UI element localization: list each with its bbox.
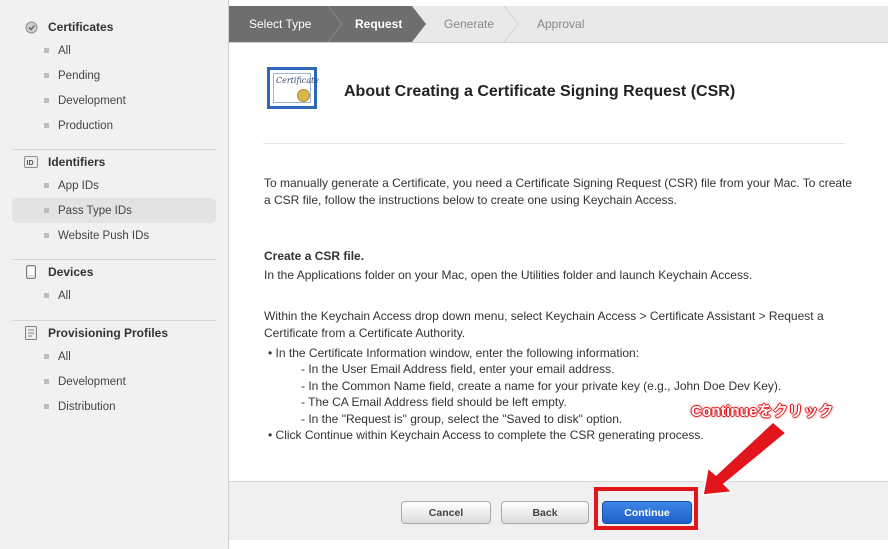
sidebar-item-pass-type-ids[interactable]: Pass Type IDs: [12, 198, 216, 223]
step-2-text: Within the Keychain Access drop down men…: [264, 309, 824, 340]
sidebar-header-certificates[interactable]: Certificates: [12, 16, 216, 38]
sidebar-header-label: Identifiers: [48, 155, 106, 169]
step-generate: Generate: [444, 17, 495, 31]
device-icon: [24, 265, 38, 279]
divider: [263, 143, 845, 144]
sidebar-header-provisioning-profiles[interactable]: Provisioning Profiles: [12, 322, 216, 344]
sidebar-item-production[interactable]: Production: [12, 113, 216, 138]
step-request: Request: [355, 17, 403, 31]
sidebar-item-development[interactable]: Development: [12, 88, 216, 113]
profile-icon: [24, 326, 38, 340]
step-1-text: In the Applications folder on your Mac, …: [264, 268, 753, 282]
sub-item-2: - In the Common Name field, create a nam…: [301, 379, 782, 393]
id-icon: ID: [24, 155, 38, 169]
sidebar-header-label: Devices: [48, 265, 94, 279]
footer-bar: Cancel Back Continue: [229, 481, 888, 540]
csr-heading: Create a CSR file.: [264, 249, 365, 263]
step-progress: Select Type Request Generate Approval: [229, 6, 888, 43]
sidebar-item-profiles-all[interactable]: All: [12, 344, 216, 369]
sidebar-header-identifiers[interactable]: ID Identifiers: [12, 151, 216, 173]
sidebar-item-app-ids[interactable]: App IDs: [12, 173, 216, 198]
bullet-2: • Click Continue within Keychain Access …: [268, 428, 704, 442]
divider: [12, 320, 216, 321]
sidebar-item-devices-all[interactable]: All: [12, 283, 216, 308]
page-title: About Creating a Certificate Signing Req…: [344, 83, 736, 100]
main-panel: Select Type Request Generate Approval Ce…: [229, 0, 888, 549]
cancel-button[interactable]: Cancel: [401, 501, 491, 524]
sub-item-1: - In the User Email Address field, enter…: [301, 362, 615, 376]
sidebar-item-profiles-development[interactable]: Development: [12, 369, 216, 394]
bullet-1: • In the Certificate Information window,…: [268, 346, 640, 360]
sidebar-header-label: Certificates: [48, 20, 114, 34]
step-select-type: Select Type: [249, 17, 312, 31]
annotation-callout: Continueをクリック: [691, 403, 834, 420]
sidebar-item-certificates-all[interactable]: All: [12, 38, 216, 63]
sidebar-section-identifiers: ID Identifiers App IDs Pass Type IDs Web…: [12, 151, 216, 248]
sidebar-header-devices[interactable]: Devices: [12, 261, 216, 283]
sidebar-item-pending[interactable]: Pending: [12, 63, 216, 88]
sidebar-item-website-push-ids[interactable]: Website Push IDs: [12, 223, 216, 248]
back-button[interactable]: Back: [501, 501, 589, 524]
certificate-image-icon: Certificate: [267, 67, 319, 109]
highlight-frame: [594, 487, 698, 530]
intro-text: To manually generate a Certificate, you …: [264, 176, 853, 207]
sidebar: Certificates All Pending Development Pro…: [0, 0, 229, 549]
sidebar-item-profiles-distribution[interactable]: Distribution: [12, 394, 216, 419]
sidebar-header-label: Provisioning Profiles: [48, 326, 169, 340]
step-approval: Approval: [537, 17, 585, 31]
certificate-icon: [24, 20, 38, 34]
svg-text:ID: ID: [27, 160, 34, 167]
divider: [12, 259, 216, 260]
sidebar-section-devices: Devices All: [12, 261, 216, 308]
sidebar-section-certificates: Certificates All Pending Development Pro…: [12, 16, 216, 138]
sidebar-section-provisioning-profiles: Provisioning Profiles All Development Di…: [12, 322, 216, 419]
divider: [12, 149, 216, 150]
